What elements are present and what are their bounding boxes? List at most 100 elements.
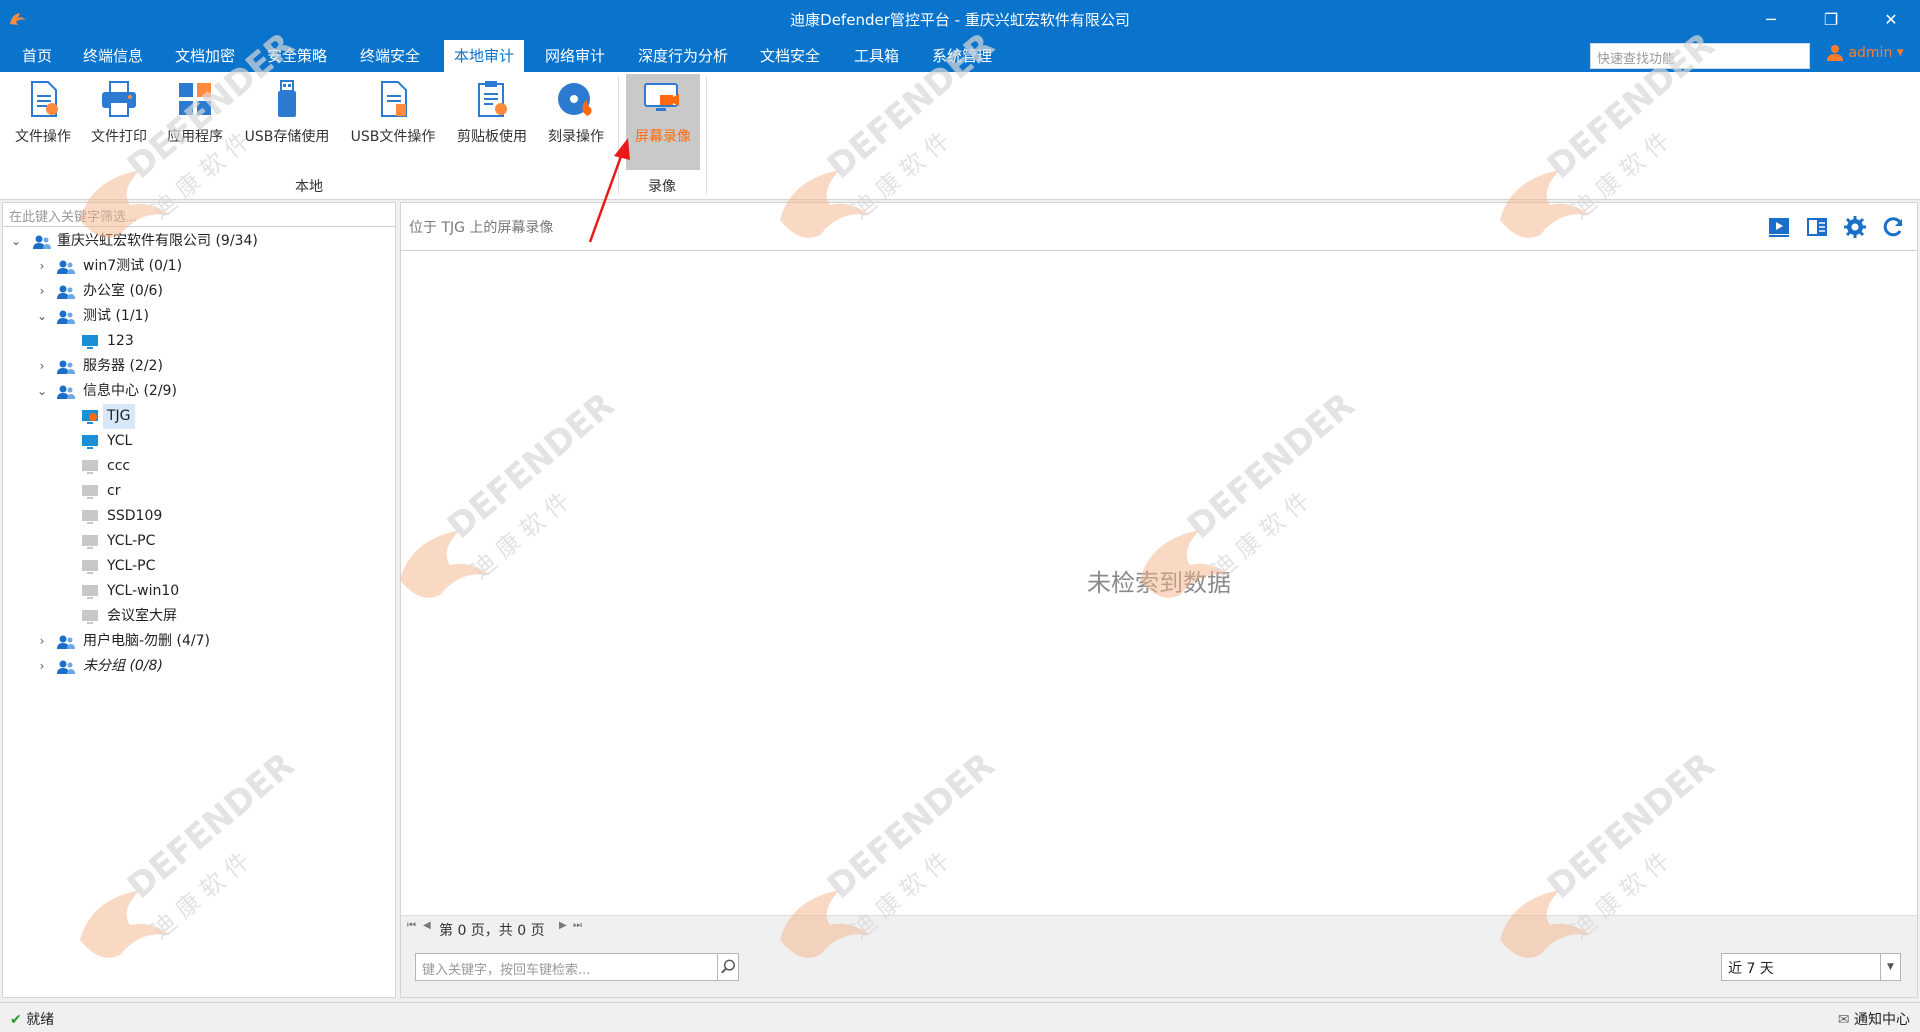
ribbon-file-print[interactable]: 文件打印 <box>84 78 154 158</box>
menu-bar: 首页 终端信息 文档加密 安全策略 终端安全 本地审计 网络审计 深度行为分析 … <box>0 40 1920 72</box>
computer-online-icon <box>82 335 98 349</box>
tree-node-computer[interactable]: 会议室大屏 <box>3 604 395 629</box>
expand-icon[interactable]: › <box>35 629 49 654</box>
minimize-button[interactable]: ─ <box>1756 8 1786 32</box>
menu-doc-encryption[interactable]: 文档加密 <box>167 40 243 72</box>
menu-system-management[interactable]: 系统管理 <box>924 40 1000 72</box>
tree-node-ungrouped[interactable]: › 未分组 (0/8) <box>3 654 395 679</box>
group-separator <box>706 76 707 194</box>
collapse-icon[interactable]: ⌄ <box>9 229 23 254</box>
expand-icon[interactable]: › <box>35 279 49 304</box>
ribbon-clipboard[interactable]: 剪贴板使用 <box>452 78 532 158</box>
tree-node-computer[interactable]: YCL <box>3 429 395 454</box>
menu-terminal-info[interactable]: 终端信息 <box>75 40 151 72</box>
tree-node-computer[interactable]: cr <box>3 479 395 504</box>
tree-node-label: 会议室大屏 <box>107 608 177 624</box>
tree-node-label: YCL-win10 <box>107 583 180 599</box>
ribbon-label: 文件打印 <box>91 129 147 145</box>
menu-security-policy[interactable]: 安全策略 <box>259 40 335 72</box>
ribbon-disc-burn[interactable]: 刻录操作 <box>542 78 610 158</box>
tree-node-computer[interactable]: YCL-PC <box>3 554 395 579</box>
ribbon-screen-record[interactable]: 屏幕录像 <box>626 74 700 170</box>
tree-node-computer[interactable]: 123 <box>3 329 395 354</box>
group-users-icon <box>57 310 75 324</box>
ribbon-label: 刻录操作 <box>548 129 604 145</box>
expand-icon[interactable]: › <box>35 654 49 679</box>
tree-node-label: 用户电脑-勿删 (4/7) <box>83 633 210 649</box>
menu-toolbox[interactable]: 工具箱 <box>846 40 907 72</box>
prev-page-icon[interactable]: ◀ <box>423 920 431 931</box>
screen-record-icon <box>644 83 679 111</box>
ribbon-usb-storage[interactable]: USB存储使用 <box>240 78 334 158</box>
tree-node-info-center[interactable]: ⌄ 信息中心 (2/9) <box>3 379 395 404</box>
search-icon[interactable] <box>717 954 739 980</box>
play-icon[interactable] <box>1767 215 1791 239</box>
menu-home[interactable]: 首页 <box>14 40 60 72</box>
collapse-icon[interactable]: ⌄ <box>35 379 49 404</box>
last-page-icon[interactable]: ⏭ <box>573 920 582 931</box>
expand-icon[interactable]: › <box>35 354 49 379</box>
tree-node-computer[interactable]: ccc <box>3 454 395 479</box>
panel-icon[interactable] <box>1805 215 1829 239</box>
group-separator <box>618 76 619 194</box>
menu-doc-security[interactable]: 文档安全 <box>752 40 828 72</box>
ribbon-label: 文件操作 <box>15 129 71 145</box>
panel-header: 位于 TJG 上的屏幕录像 <box>401 203 1917 251</box>
restore-button[interactable]: ❐ <box>1816 8 1846 32</box>
group-users-icon <box>57 385 75 399</box>
collapse-icon[interactable]: ⌄ <box>35 304 49 329</box>
tree-node-test[interactable]: ⌄ 测试 (1/1) <box>3 304 395 329</box>
menu-network-audit[interactable]: 网络审计 <box>537 40 613 72</box>
tree-node-label: 重庆兴虹宏软件有限公司 (9/34) <box>57 233 258 249</box>
time-range-value: 近 7 天 <box>1728 961 1774 977</box>
ribbon-label: USB文件操作 <box>350 129 436 145</box>
menu-terminal-security[interactable]: 终端安全 <box>352 40 428 72</box>
chevron-down-icon[interactable]: ▼ <box>1880 954 1900 980</box>
page-info: 第 0 页，共 0 页 <box>439 923 545 939</box>
mail-icon: ✉ <box>1837 1012 1850 1028</box>
menu-behavior-analysis[interactable]: 深度行为分析 <box>630 40 736 72</box>
tree-filter-input[interactable]: 在此键入关键字筛选... <box>3 203 395 227</box>
tree-node-label: 123 <box>107 333 134 349</box>
tree-node-computer[interactable]: SSD109 <box>3 504 395 529</box>
ribbon-label: 屏幕录像 <box>635 129 691 145</box>
ribbon-label: 剪贴板使用 <box>457 129 527 145</box>
ribbon-usb-file-operation[interactable]: USB文件操作 <box>346 78 440 158</box>
tree-node-computer[interactable]: YCL-PC <box>3 529 395 554</box>
time-range-select[interactable]: 近 7 天 ▼ <box>1721 953 1901 981</box>
computer-alert-icon <box>82 410 98 424</box>
user-menu[interactable]: admin ▼ <box>1826 44 1904 68</box>
refresh-icon[interactable] <box>1881 215 1905 239</box>
ribbon-applications[interactable]: 应用程序 <box>160 78 230 158</box>
computer-offline-icon <box>82 485 98 499</box>
tree-node-computer[interactable]: YCL-win10 <box>3 579 395 604</box>
title-bar: 迪康Defender管控平台 - 重庆兴虹宏软件有限公司 ─ ❐ ✕ <box>0 0 1920 40</box>
keyword-search-input[interactable]: 键入关键字，按回车键检索... <box>415 953 739 981</box>
computer-offline-icon <box>82 610 98 624</box>
tree-node-office[interactable]: › 办公室 (0/6) <box>3 279 395 304</box>
group-users-icon <box>57 360 75 374</box>
notification-center[interactable]: ✉ 通知中心 <box>1838 1009 1910 1029</box>
next-page-icon[interactable]: ▶ <box>559 920 567 931</box>
disc-burn-icon <box>558 83 592 116</box>
group-users-icon <box>57 635 75 649</box>
status-text: 就绪 <box>26 1012 55 1028</box>
tree-node-user-computers[interactable]: › 用户电脑-勿删 (4/7) <box>3 629 395 654</box>
tree-node-company[interactable]: ⌄ 重庆兴虹宏软件有限公司 (9/34) <box>3 229 395 254</box>
tree-node-label: win7测试 (0/1) <box>83 258 183 274</box>
computer-offline-icon <box>82 460 98 474</box>
first-page-icon[interactable]: ⏮ <box>407 920 416 931</box>
menu-local-audit[interactable]: 本地审计 <box>444 40 525 72</box>
tree-node-servers[interactable]: › 服务器 (2/2) <box>3 354 395 379</box>
ribbon-file-operation[interactable]: 文件操作 <box>8 78 78 158</box>
usb-drive-icon <box>278 80 296 117</box>
computer-offline-icon <box>82 535 98 549</box>
quick-search-input[interactable]: 快速查找功能 <box>1590 43 1810 69</box>
tree-node-label: 服务器 (2/2) <box>83 358 163 374</box>
close-button[interactable]: ✕ <box>1876 8 1906 32</box>
tree-node-win7-test[interactable]: › win7测试 (0/1) <box>3 254 395 279</box>
settings-icon[interactable] <box>1843 215 1867 239</box>
expand-icon[interactable]: › <box>35 254 49 279</box>
chevron-down-icon: ▼ <box>1896 48 1904 58</box>
tree-node-computer-selected[interactable]: TJG <box>3 404 395 429</box>
